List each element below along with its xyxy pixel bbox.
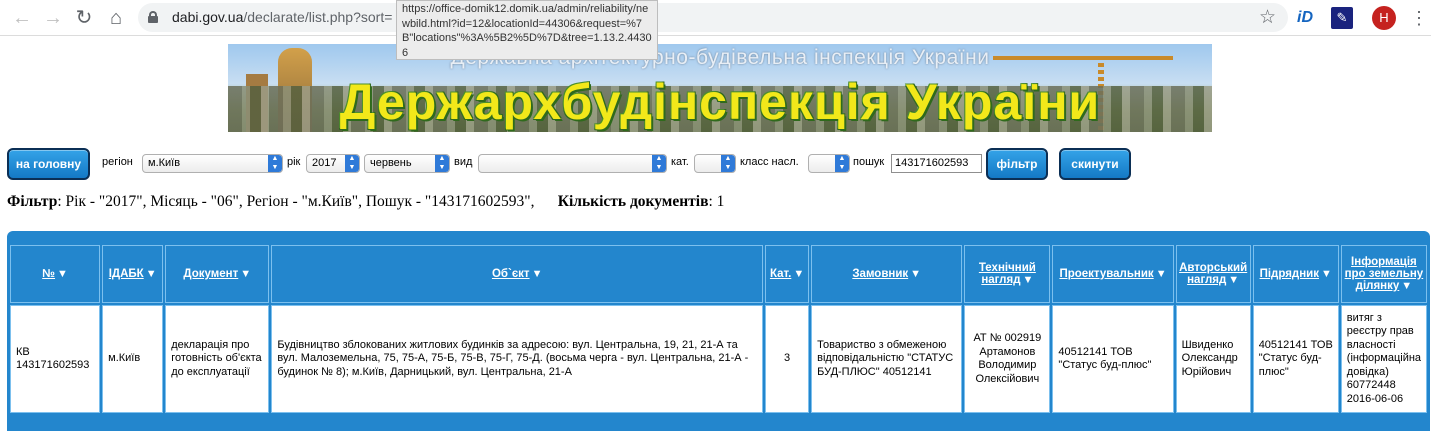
- back-icon[interactable]: ←: [10, 6, 34, 30]
- banner-title: Держархбудінспекція України: [339, 74, 1101, 130]
- browser-toolbar: ← → ↻ ⌂ dabi.gov.ua/declarate/list.php?s…: [0, 0, 1431, 36]
- extension-id-icon[interactable]: iD: [1297, 7, 1319, 29]
- sort-arrow-icon[interactable]: ▼: [1023, 274, 1034, 286]
- sort-arrow-icon[interactable]: ▼: [1228, 274, 1239, 286]
- col-header-customer[interactable]: Замовник ▼: [811, 245, 963, 303]
- cell-author-supervision: Швиденко Олександр Юрійович: [1175, 305, 1251, 413]
- sort-arrow-icon[interactable]: ▼: [910, 268, 921, 280]
- col-header-tech-supervision[interactable]: Технічний нагляд ▼: [964, 245, 1051, 303]
- select-arrows-icon: ▲ ▼: [435, 155, 449, 172]
- select-arrows-icon: ▲ ▼: [835, 155, 849, 172]
- home-button[interactable]: на головну: [7, 148, 90, 180]
- sort-link-designer[interactable]: Проектувальник: [1059, 268, 1153, 280]
- filter-button[interactable]: фільтр: [986, 148, 1048, 180]
- sort-link-category[interactable]: Кат.: [770, 268, 791, 280]
- doc-count-value: : 1: [708, 193, 725, 210]
- class-select[interactable]: ▲ ▼: [808, 154, 850, 173]
- results-table: № ▼ ІДАБК ▼ Документ ▼ Об`єкт ▼ Кат. ▼ Замовн…: [8, 243, 1429, 415]
- col-header-land-info[interactable]: Інформація про земельну ділянку ▼: [1340, 245, 1427, 303]
- results-table-container: № ▼ ІДАБК ▼ Документ ▼ Об`єкт ▼ Кат. ▼ Замовн…: [7, 231, 1430, 431]
- sort-arrow-icon[interactable]: ▼: [1156, 268, 1167, 280]
- col-header-idabk[interactable]: ІДАБК ▼: [102, 245, 164, 303]
- forward-icon[interactable]: →: [41, 6, 65, 30]
- url-domain: dabi.gov.ua: [172, 9, 244, 25]
- category-select[interactable]: ▲ ▼: [694, 154, 736, 173]
- search-input[interactable]: 143171602593: [891, 154, 982, 173]
- region-label: регіон: [102, 156, 133, 168]
- month-value: червень: [370, 157, 412, 169]
- select-arrows-icon: ▲ ▼: [652, 155, 666, 172]
- table-row: КВ 143171602593 м.Київ декларація про го…: [10, 305, 1427, 413]
- cell-customer: Товариство з обмеженою відповідальністю …: [811, 305, 963, 413]
- year-label: рік: [287, 156, 301, 168]
- col-header-author-supervision[interactable]: Авторський нагляд ▼: [1175, 245, 1251, 303]
- select-arrows-icon: ▲ ▼: [268, 155, 282, 172]
- sort-link-contractor[interactable]: Підрядник: [1260, 268, 1319, 280]
- avatar[interactable]: H: [1372, 6, 1396, 30]
- cell-document: декларація про готовність об'єкта до екс…: [165, 305, 270, 413]
- sort-arrow-icon[interactable]: ▼: [1321, 268, 1332, 280]
- cell-designer: 40512141 ТОВ "Статус буд-плюс": [1052, 305, 1174, 413]
- url-text[interactable]: dabi.gov.ua/declarate/list.php?sort=: [172, 9, 392, 25]
- sort-link-idabk[interactable]: ІДАБК: [109, 268, 144, 280]
- year-select[interactable]: 2017 ▲ ▼: [306, 154, 360, 173]
- sort-link-document[interactable]: Документ: [183, 268, 238, 280]
- doc-count-label: Кількість документів: [557, 193, 709, 210]
- type-label: вид: [454, 156, 473, 168]
- col-header-contractor[interactable]: Підрядник ▼: [1252, 245, 1339, 303]
- sort-link-customer[interactable]: Замовник: [852, 268, 908, 280]
- url-path: /declarate/list.php?sort=: [243, 9, 393, 25]
- col-header-designer[interactable]: Проектувальник ▼: [1052, 245, 1174, 303]
- filter-summary-label: Фільтр: [7, 193, 58, 210]
- filter-summary-text: : Рік - "2017", Місяць - "06", Регіон - …: [57, 193, 535, 210]
- site-banner: Державна архітектурно-будівельна інспекц…: [228, 44, 1212, 132]
- menu-kebab-icon[interactable]: ⋮: [1408, 7, 1430, 29]
- select-arrows-icon: ▲ ▼: [721, 155, 735, 172]
- sort-link-number[interactable]: №: [42, 268, 55, 280]
- col-header-number[interactable]: № ▼: [10, 245, 101, 303]
- cell-object: Будівництво зблокованих житлових будинкі…: [271, 305, 764, 413]
- cell-land-info: витяг з реєстру прав власності (інформац…: [1340, 305, 1427, 413]
- link-url-tooltip: https://office-domik12.domik.ua/admin/re…: [396, 0, 658, 60]
- class-label: класс насл.: [740, 156, 799, 168]
- cell-tech-supervision: АТ № 002919 Артамонов Володимир Олексійо…: [964, 305, 1051, 413]
- sort-arrow-icon[interactable]: ▼: [57, 268, 68, 280]
- cell-idabk: м.Київ: [102, 305, 164, 413]
- reset-button[interactable]: скинути: [1059, 148, 1131, 180]
- sort-arrow-icon[interactable]: ▼: [1401, 280, 1412, 292]
- region-value: м.Київ: [148, 157, 181, 169]
- sort-link-object[interactable]: Об`єкт: [492, 268, 530, 280]
- region-select[interactable]: м.Київ ▲ ▼: [142, 154, 283, 173]
- col-header-document[interactable]: Документ ▼: [165, 245, 270, 303]
- select-arrows-icon: ▲ ▼: [345, 155, 359, 172]
- bookmark-star-icon[interactable]: ☆: [1259, 6, 1276, 29]
- banner-subtitle: Державна архітектурно-будівельна інспекц…: [450, 46, 990, 69]
- filter-summary: Фільтр: Рік - "2017", Місяць - "06", Рег…: [7, 193, 724, 211]
- month-select[interactable]: червень ▲ ▼: [364, 154, 450, 173]
- table-header-row: № ▼ ІДАБК ▼ Документ ▼ Об`єкт ▼ Кат. ▼ Замовн…: [10, 245, 1427, 303]
- cell-category: 3: [765, 305, 810, 413]
- address-bar[interactable]: dabi.gov.ua/declarate/list.php?sort= ☆: [138, 3, 1288, 32]
- sort-arrow-icon[interactable]: ▼: [146, 268, 157, 280]
- type-select[interactable]: ▲ ▼: [478, 154, 667, 173]
- year-value: 2017: [312, 157, 337, 169]
- sort-arrow-icon[interactable]: ▼: [532, 268, 543, 280]
- home-icon[interactable]: ⌂: [104, 6, 128, 30]
- col-header-category[interactable]: Кат. ▼: [765, 245, 810, 303]
- cell-contractor: 40512141 ТОВ "Статус буд-плюс": [1252, 305, 1339, 413]
- sort-arrow-icon[interactable]: ▼: [240, 268, 251, 280]
- extension-icon[interactable]: ✎: [1331, 7, 1353, 29]
- reload-icon[interactable]: ↻: [72, 6, 96, 30]
- cell-number: КВ 143171602593: [10, 305, 101, 413]
- col-header-object[interactable]: Об`єкт ▼: [271, 245, 764, 303]
- category-label: кат.: [671, 156, 689, 168]
- sort-arrow-icon[interactable]: ▼: [793, 268, 804, 280]
- search-label: пошук: [853, 156, 885, 168]
- lock-icon[interactable]: [148, 11, 158, 23]
